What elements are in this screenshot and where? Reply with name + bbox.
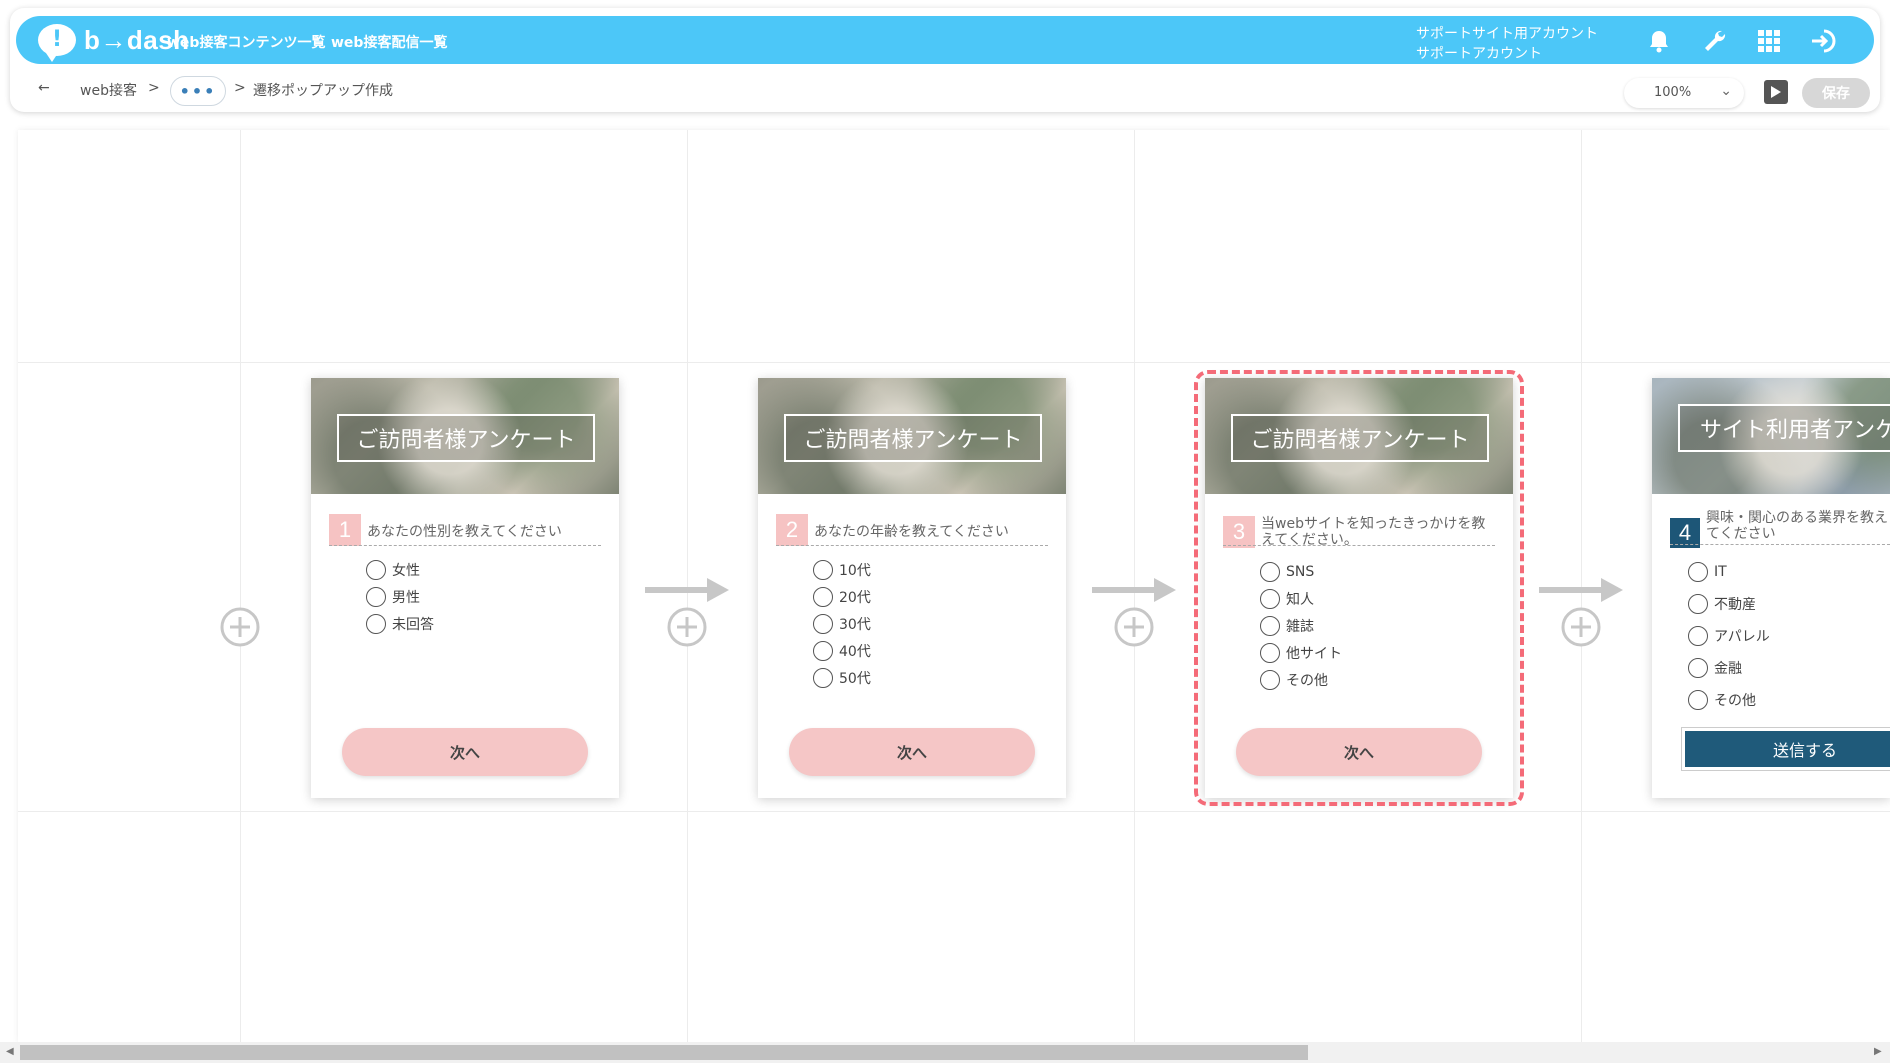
radio-option[interactable]: 未回答 [366, 610, 434, 637]
question-text: 興味・関心のある業界を教えてください [1706, 510, 1888, 542]
radio-option[interactable]: 女性 [366, 556, 434, 583]
radio-button[interactable] [1688, 562, 1708, 582]
radio-button[interactable] [813, 586, 833, 607]
radio-option[interactable]: 10代 [813, 556, 871, 583]
app-header: ! b→dash web接客コンテンツ一覧 web接客配信一覧 サポートサイト用… [10, 8, 1880, 112]
play-icon [1771, 86, 1781, 98]
submit-button[interactable]: 送信する [1681, 727, 1890, 771]
radio-option[interactable]: 男性 [366, 583, 434, 610]
account-info[interactable]: サポートサイト用アカウント サポートアカウント [1416, 24, 1598, 64]
question-divider [329, 545, 601, 546]
radio-button[interactable] [1688, 626, 1708, 646]
radio-button[interactable] [366, 613, 386, 634]
breadcrumb-current: 遷移ポップアップ作成 [253, 83, 393, 99]
flow-arrow-icon [1539, 578, 1623, 602]
logout-icon[interactable] [1810, 26, 1840, 56]
zoom-value: 100% [1654, 85, 1692, 100]
radio-button[interactable] [813, 559, 833, 580]
question-number-badge: 1 [329, 514, 361, 546]
grid-icon[interactable] [1754, 26, 1784, 56]
radio-button[interactable] [1688, 690, 1708, 710]
add-step-plus-icon[interactable] [666, 606, 708, 648]
scrollbar-thumb[interactable] [20, 1045, 1308, 1060]
question-divider [776, 545, 1048, 546]
popup-card-step-1[interactable]: ご訪問者様アンケート 1 あなたの性別を教えてください 女性 男性 未回答 次へ [311, 378, 619, 798]
nav-web-delivery-list[interactable]: web接客配信一覧 [331, 32, 447, 52]
scroll-left-arrow-icon[interactable]: ◀ [6, 1046, 14, 1057]
popup-card-step-2[interactable]: ご訪問者様アンケート 2 あなたの年齢を教えてください 10代 20代 30代 … [758, 378, 1066, 798]
popup-card-step-4[interactable]: サイト利用者アンケート 4 興味・関心のある業界を教えてください IT 不動産 … [1652, 378, 1890, 798]
wrench-icon[interactable] [1700, 26, 1730, 56]
question-text: あなたの年齢を教えてください [814, 524, 1009, 540]
options-list: 女性 男性 未回答 [366, 556, 434, 637]
account-name: サポートサイト用アカウント [1416, 26, 1598, 42]
grid-line [240, 130, 241, 1042]
add-step-plus-icon[interactable] [1113, 606, 1155, 648]
preview-play-button[interactable] [1764, 80, 1788, 104]
radio-option[interactable]: 40代 [813, 637, 871, 664]
next-button[interactable]: 次へ [789, 728, 1035, 776]
breadcrumb-separator: > [234, 80, 246, 96]
next-button[interactable]: 次へ [342, 728, 588, 776]
breadcrumb-more-button[interactable]: ••• [170, 76, 226, 106]
options-list: IT 不動産 アパレル 金融 その他 [1688, 556, 1770, 716]
scroll-right-arrow-icon[interactable]: ▶ [1874, 1046, 1882, 1057]
radio-option[interactable]: その他 [1688, 684, 1770, 716]
radio-option[interactable]: 金融 [1688, 652, 1770, 684]
radio-option[interactable]: 20代 [813, 583, 871, 610]
bell-icon[interactable] [1644, 26, 1674, 56]
question-text: あなたの性別を教えてください [367, 524, 562, 540]
horizontal-scrollbar[interactable]: ◀ ▶ [0, 1042, 1890, 1063]
radio-button[interactable] [1688, 658, 1708, 678]
question-number-badge: 2 [776, 514, 808, 546]
radio-button[interactable] [813, 640, 833, 661]
card-title: ご訪問者様アンケート [337, 414, 595, 462]
logo-bubble-icon: ! [38, 24, 76, 62]
breadcrumb-web-service[interactable]: web接客 [80, 80, 137, 100]
zoom-select[interactable]: 100% ⌄ [1624, 78, 1744, 108]
chevron-down-icon: ⌄ [1720, 83, 1732, 99]
radio-option[interactable]: アパレル [1688, 620, 1770, 652]
back-arrow-icon[interactable]: ← [38, 80, 50, 96]
radio-option[interactable]: IT [1688, 556, 1770, 588]
nav-web-content-list[interactable]: web接客コンテンツ一覧 [167, 32, 325, 52]
radio-button[interactable] [1688, 594, 1708, 614]
account-sub: サポートアカウント [1416, 46, 1542, 62]
add-step-plus-icon[interactable] [219, 606, 261, 648]
radio-option[interactable]: 不動産 [1688, 588, 1770, 620]
grid-line [18, 811, 1890, 812]
radio-button[interactable] [366, 559, 386, 580]
radio-option[interactable]: 50代 [813, 664, 871, 691]
breadcrumb-separator: > [148, 80, 160, 96]
grid-line [18, 362, 1890, 363]
question-divider [1670, 544, 1890, 545]
radio-button[interactable] [366, 586, 386, 607]
radio-button[interactable] [813, 667, 833, 688]
options-list: 10代 20代 30代 40代 50代 [813, 556, 871, 691]
selected-card-outline [1194, 370, 1524, 806]
card-title: サイト利用者アンケート [1678, 404, 1890, 452]
flow-arrow-icon [645, 578, 729, 602]
radio-option[interactable]: 30代 [813, 610, 871, 637]
flow-arrow-icon [1092, 578, 1176, 602]
save-button[interactable]: 保存 [1802, 78, 1870, 108]
radio-button[interactable] [813, 613, 833, 634]
card-title: ご訪問者様アンケート [784, 414, 1042, 462]
add-step-plus-icon[interactable] [1560, 606, 1602, 648]
top-nav-bar: ! b→dash web接客コンテンツ一覧 web接客配信一覧 サポートサイト用… [16, 16, 1874, 64]
flow-canvas[interactable]: ご訪問者様アンケート 1 あなたの性別を教えてください 女性 男性 未回答 次へ… [18, 130, 1890, 1042]
breadcrumb-bar: ← web接客 > ••• > 遷移ポップアップ作成 100% ⌄ 保存 [10, 66, 1880, 108]
